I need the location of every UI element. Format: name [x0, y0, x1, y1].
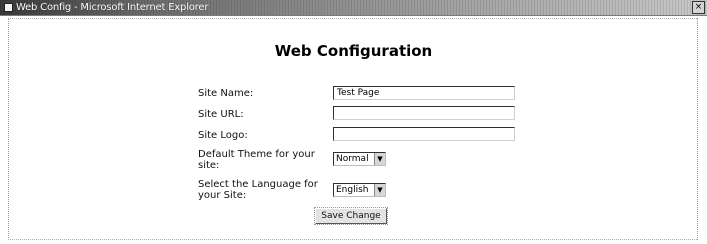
site-logo-label: Site Logo: — [198, 130, 248, 141]
save-change-button[interactable]: Save Change — [314, 207, 388, 225]
language-label-line1: Select the Language for — [198, 179, 318, 190]
chevron-down-icon[interactable]: ▼ — [374, 184, 385, 196]
frame-top-edge — [8, 18, 697, 19]
theme-select-value: Normal — [336, 154, 369, 164]
site-name-label: Site Name: — [198, 88, 254, 99]
site-url-label: Site URL: — [198, 109, 244, 120]
site-logo-input[interactable] — [333, 127, 515, 141]
language-select-value: English — [336, 185, 369, 195]
language-label-line2: your Site: — [198, 190, 247, 201]
frame-bottom-edge — [8, 239, 697, 240]
chevron-down-icon[interactable]: ▼ — [374, 153, 385, 165]
site-name-input[interactable] — [333, 86, 515, 100]
default-theme-label-line1: Default Theme for your — [198, 149, 315, 160]
site-url-input[interactable] — [333, 106, 515, 120]
ie-page-icon — [4, 3, 13, 12]
title-bar: Web Config - Microsoft Internet Explorer… — [0, 0, 707, 16]
close-button[interactable]: × — [692, 1, 705, 14]
window-controls: × — [692, 1, 705, 14]
default-theme-label-line2: site: — [198, 160, 220, 171]
language-select[interactable]: English ▼ — [333, 183, 386, 197]
window-title: Web Config - Microsoft Internet Explorer — [16, 2, 209, 13]
page-title: Web Configuration — [274, 42, 433, 60]
theme-select[interactable]: Normal ▼ — [333, 152, 386, 166]
